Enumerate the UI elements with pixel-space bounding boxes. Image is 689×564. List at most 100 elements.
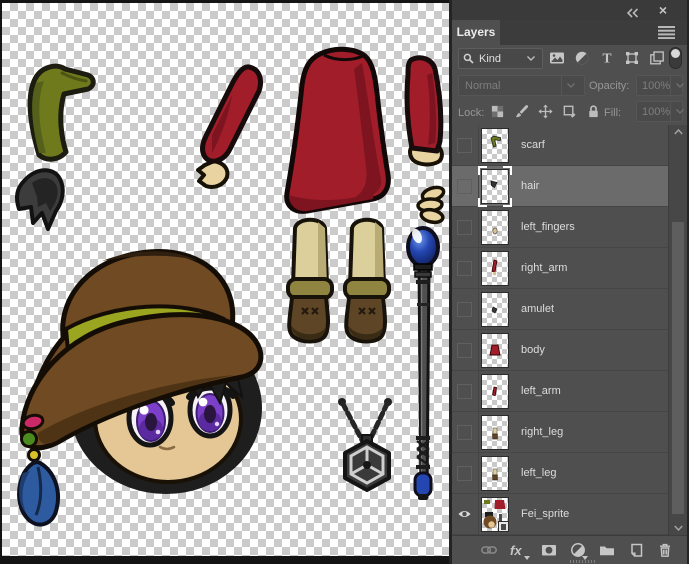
- hair-tuft-art: [17, 170, 63, 229]
- delete-layer-trash-icon[interactable]: [657, 542, 673, 558]
- chevron-down-icon: [670, 76, 687, 95]
- fill-value: 100%: [642, 106, 670, 118]
- panel-tab-bar: Layers: [452, 20, 687, 45]
- filter-toggle-switch[interactable]: [669, 47, 682, 69]
- body-art: [287, 49, 389, 211]
- panel-titlebar: ×: [452, 0, 687, 20]
- scarf-art: [30, 66, 93, 159]
- layer-row-amulet[interactable]: amulet: [452, 289, 687, 330]
- layer-thumbnail[interactable]: [481, 251, 509, 286]
- layer-thumbnail[interactable]: [481, 128, 509, 163]
- layer-row-fei-sprite[interactable]: Fei_sprite: [452, 494, 687, 535]
- blend-mode-dropdown: Normal: [458, 75, 585, 96]
- tab-layers[interactable]: Layers: [452, 20, 500, 45]
- layer-name: right_leg: [521, 426, 563, 438]
- eye-icon: [458, 509, 471, 519]
- left-leg-art: [345, 220, 389, 342]
- layer-row-left-leg[interactable]: left_leg: [452, 453, 687, 494]
- kind-label: Kind: [479, 53, 501, 65]
- layer-row-left-fingers[interactable]: left_fingers: [452, 207, 687, 248]
- adjustment-layer-icon[interactable]: [570, 542, 586, 558]
- layer-thumbnail[interactable]: [481, 497, 509, 532]
- right-arm-art: [407, 58, 442, 165]
- layer-thumbnail[interactable]: [481, 292, 509, 327]
- right-leg-art: [288, 220, 332, 342]
- canvas[interactable]: [2, 3, 449, 556]
- layer-row-body[interactable]: body: [452, 330, 687, 371]
- new-layer-icon[interactable]: [628, 542, 644, 558]
- visibility-toggle[interactable]: [457, 466, 472, 481]
- pixel-layers-filter-icon[interactable]: [549, 50, 565, 66]
- layer-thumbnail[interactable]: [481, 169, 509, 204]
- visibility-toggle[interactable]: [457, 220, 472, 235]
- lock-row: Lock: Fill: 100%: [452, 98, 687, 126]
- layer-thumbnail[interactable]: [481, 374, 509, 409]
- visibility-toggle[interactable]: [457, 384, 472, 399]
- opacity-label: Opacity:: [589, 80, 629, 92]
- search-icon: [463, 53, 474, 64]
- link-layers-icon[interactable]: [481, 542, 497, 558]
- adjustment-layers-filter-icon[interactable]: [574, 50, 590, 66]
- layer-row-right-leg[interactable]: right_leg: [452, 412, 687, 453]
- lock-artboard-icon[interactable]: [562, 104, 577, 119]
- layer-row-hair[interactable]: hair: [452, 166, 687, 207]
- layer-name: left_fingers: [521, 221, 575, 233]
- collapse-panels-icon[interactable]: [627, 5, 639, 15]
- scroll-down-icon[interactable]: [669, 521, 687, 535]
- layer-thumbnail[interactable]: [481, 415, 509, 450]
- visibility-toggle[interactable]: [457, 138, 472, 153]
- layer-row-scarf[interactable]: scarf: [452, 125, 687, 166]
- layer-thumbnail[interactable]: [481, 210, 509, 245]
- layer-list: scarf hair left_fingers right_arm: [452, 125, 687, 535]
- layer-row-left-arm[interactable]: left_arm: [452, 371, 687, 412]
- layer-name: right_arm: [521, 262, 567, 274]
- new-group-folder-icon[interactable]: [599, 542, 615, 558]
- sprite-artwork: [2, 3, 449, 556]
- opacity-dropdown: 100%: [636, 75, 683, 96]
- layer-list-scrollbar[interactable]: [668, 125, 687, 535]
- blend-row: Normal Opacity: 100%: [452, 72, 687, 98]
- panel-resize-grip[interactable]: [570, 560, 596, 563]
- layer-thumbnail[interactable]: [481, 456, 509, 491]
- svg-text:T: T: [602, 51, 611, 66]
- fill-dropdown: 100%: [636, 101, 683, 122]
- chevron-down-icon: [561, 76, 578, 95]
- scroll-up-icon[interactable]: [669, 125, 687, 139]
- opacity-value: 100%: [642, 80, 670, 92]
- lock-all-icon[interactable]: [586, 104, 601, 119]
- photoshop-window: × Layers Kind T: [0, 0, 689, 564]
- lock-transparency-icon[interactable]: [490, 104, 505, 119]
- fill-label: Fill:: [604, 107, 621, 119]
- lock-label: Lock:: [458, 107, 484, 119]
- lock-position-icon[interactable]: [538, 104, 553, 119]
- left-fingers-art: [418, 185, 446, 224]
- layer-row-right-arm[interactable]: right_arm: [452, 248, 687, 289]
- smart-objects-filter-icon[interactable]: [649, 50, 665, 66]
- layer-style-fx-icon[interactable]: fx: [510, 543, 528, 558]
- close-icon[interactable]: ×: [659, 1, 667, 19]
- chevron-down-icon: [670, 102, 687, 121]
- layer-name: hair: [521, 180, 539, 192]
- visibility-toggle[interactable]: [457, 261, 472, 276]
- amulet-art: [338, 398, 392, 490]
- layer-name: amulet: [521, 303, 554, 315]
- visibility-toggle[interactable]: [457, 425, 472, 440]
- layers-panel: × Layers Kind T: [449, 0, 689, 564]
- fx-label: fx: [510, 543, 522, 558]
- visibility-toggle[interactable]: [457, 179, 472, 194]
- type-layers-filter-icon[interactable]: T: [599, 50, 615, 66]
- lock-pixels-brush-icon[interactable]: [514, 104, 529, 119]
- visibility-toggle[interactable]: [457, 343, 472, 358]
- visibility-toggle[interactable]: [457, 302, 472, 317]
- kind-filter-dropdown[interactable]: Kind: [458, 48, 543, 69]
- layer-name: left_leg: [521, 467, 556, 479]
- staff-art: [408, 227, 438, 500]
- layer-name: left_arm: [521, 385, 561, 397]
- visibility-toggle[interactable]: [457, 507, 472, 522]
- layer-thumbnail[interactable]: [481, 333, 509, 368]
- add-layer-mask-icon[interactable]: [541, 542, 557, 558]
- layer-name: body: [521, 344, 545, 356]
- shape-layers-filter-icon[interactable]: [624, 50, 640, 66]
- scrollbar-thumb[interactable]: [672, 222, 684, 514]
- panel-menu-icon[interactable]: [658, 26, 675, 39]
